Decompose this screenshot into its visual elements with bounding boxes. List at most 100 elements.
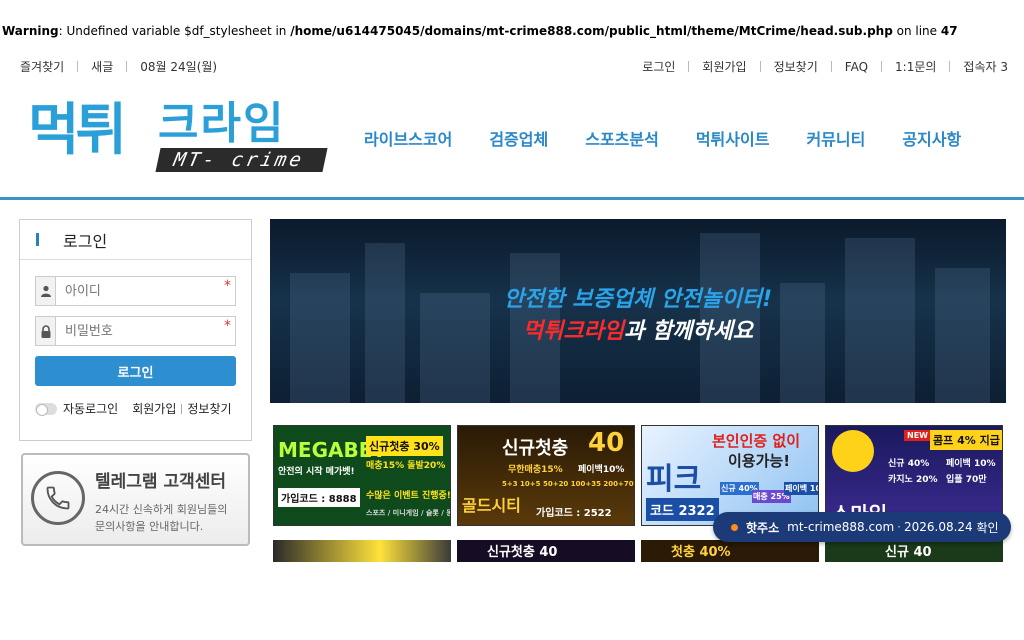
stat-label: 카지노 (888, 475, 913, 485)
banner-stat-2: 카지노 20% (888, 472, 938, 485)
warning-path: /home/u614475045/domains/mt-crime888.com… (290, 24, 893, 38)
auto-login-toggle[interactable] (35, 402, 57, 416)
banner-row2-2[interactable]: 신규첫충 40 (457, 540, 635, 562)
register-link[interactable]: 회원가입 (702, 58, 746, 75)
stat-label: 매충 (753, 492, 768, 501)
banner-title: 본인인증 없이 (712, 432, 801, 450)
php-warning: Warning: Undefined variable $df_styleshe… (2, 24, 958, 38)
login-button[interactable]: 로그인 (35, 356, 236, 386)
stat-label: 신규 (721, 484, 736, 493)
stat-value: 70만 (965, 475, 987, 485)
hot-address-confirm: 확인 (976, 520, 999, 535)
nav-verified[interactable]: 검증업체 (489, 126, 548, 150)
banner-row2-3[interactable]: 첫충 40% (641, 540, 819, 562)
code-value: 8888 (328, 494, 357, 505)
login-options: 자동로그인 회원가입 정보찾기 (35, 400, 232, 417)
hot-address-sep: · (897, 520, 901, 534)
hero-line2: 먹튀크라임과 함께하세요 (270, 313, 1006, 345)
banner-extra: 수많은 이벤트 진행중! (366, 491, 451, 501)
banner-new-tag: NEW (904, 430, 931, 441)
stat-label: 페이백 (946, 459, 971, 469)
banner-name: 피크 (646, 462, 702, 497)
login-link[interactable]: 로그인 (642, 58, 675, 75)
required-mark: * (224, 318, 231, 334)
find-info-link[interactable]: 정보찾기 (774, 58, 818, 75)
warning-message: : Undefined variable $df_stylesheet in (58, 24, 291, 38)
telegram-title: 텔레그램 고객센터 (95, 472, 227, 492)
code-label: 가입코드 : (281, 494, 326, 505)
status-dot-icon (731, 523, 738, 531)
banner-stat-3: 페이백 10% (946, 456, 996, 469)
stat-label: 페이백 (785, 484, 808, 493)
main-nav: 라이브스코어 검증업체 스포츠분석 먹튀사이트 커뮤니티 공지사항 (364, 126, 998, 150)
auto-login-label[interactable]: 자동로그인 (63, 400, 118, 417)
banner-badge: 신규첫충 (502, 438, 569, 459)
stat-value: 40% (907, 459, 930, 469)
banner-odds: 5+3 10+5 50+20 100+35 200+70 (502, 480, 634, 488)
inquiry-link[interactable]: 1:1문의 (895, 58, 936, 75)
banner-smile[interactable]: NEW 콤프 4% 지급 스마일 신규 40% 카지노 20% 페이백 10% … (825, 425, 1003, 526)
banner-sub1: 무한매충15% (508, 465, 563, 475)
nav-scam-sites[interactable]: 먹튀사이트 (696, 126, 770, 150)
banner-stat-1: 신규 40% (888, 456, 929, 469)
banner-row2-1[interactable] (273, 540, 451, 562)
banner-sub2: 페이백10% (578, 465, 625, 475)
banner-goldcity[interactable]: 신규첫충 40 무한매충15% 페이백10% 5+3 10+5 50+20 10… (457, 425, 635, 526)
nav-sports-analysis[interactable]: 스포츠분석 (585, 126, 659, 150)
warning-prefix: Warning (2, 24, 59, 38)
hot-address-pill[interactable]: 핫주소 mt-crime888.com · 2026.08.24 확인 (713, 512, 1011, 542)
find-info-link[interactable]: 정보찾기 (187, 400, 231, 417)
header-divider (0, 197, 1024, 200)
nav-notice[interactable]: 공지사항 (902, 126, 961, 150)
date-label: 08월 24일(월) (140, 60, 218, 74)
hero-line2-rest: 과 함께하세요 (624, 319, 754, 344)
banner-code-box: 가입코드 : 2522 (536, 504, 612, 519)
login-panel: 로그인 * * 로그인 자동로그인 회원가입 정보찾기 (19, 219, 252, 441)
bookmark-link[interactable]: 즐겨찾기 (20, 58, 64, 75)
code-value: 2522 (583, 508, 612, 519)
hero-brand: 먹튀크라임 (522, 319, 625, 344)
banner-name: 골드시티 (462, 496, 521, 515)
password-input[interactable] (56, 317, 235, 345)
id-field: * (35, 276, 236, 306)
title-bar-accent (36, 233, 39, 246)
banner-sub: 이용가능! (728, 452, 791, 470)
required-mark: * (224, 278, 231, 294)
login-title: 로그인 (63, 231, 108, 251)
stat-value: 10% (973, 459, 996, 469)
banner-row2-4[interactable]: 신규 40 (825, 540, 1003, 562)
stat-label: 신규 (888, 459, 905, 469)
visitor-count[interactable]: 접속자 3 (963, 58, 1008, 75)
banner-sub: 안전의 시작 메가벳! (278, 467, 355, 477)
banner-code-box: 코드 2322 (646, 498, 719, 521)
faq-link[interactable]: FAQ (845, 60, 868, 74)
nav-community[interactable]: 커뮤니티 (806, 126, 865, 150)
hot-address-domain: mt-crime888.com (787, 520, 895, 534)
hero-banner[interactable]: 안전한 보증업체 안전놀이터! 먹튀크라임과 함께하세요 (270, 219, 1006, 403)
banner-stat-4: 입플 70만 (946, 472, 987, 485)
banner-code-box: 가입코드 : 8888 (278, 488, 360, 507)
join-link[interactable]: 회원가입 (132, 400, 176, 417)
nav-live-score[interactable]: 라이브스코어 (364, 126, 452, 150)
banner-badge: 콤프 4% 지급 (930, 430, 1002, 450)
top-utility-bar: 즐겨찾기 새글 08월 24일(월) 로그인 회원가입 정보찾기 FAQ 1:1… (0, 58, 1024, 76)
site-logo[interactable]: 먹튀 크라임 MT- crime (28, 100, 328, 176)
banner-badge: 신규첫충 30% (366, 436, 443, 456)
login-header: 로그인 (20, 220, 251, 260)
warning-line: 47 (940, 24, 958, 38)
logo-badge: MT- crime (155, 148, 328, 172)
telegram-desc-line1: 24시간 신속하게 회원님들의 (95, 503, 228, 516)
telegram-support-box[interactable]: 텔레그램 고객센터 24시간 신속하게 회원님들의 문의사항을 안내합니다. (21, 453, 250, 546)
banner-sub2: 매충15% 돌발20% (366, 461, 446, 471)
warning-online: on line (892, 24, 941, 38)
banner-peak[interactable]: 본인인증 없이 이용가능! 피크 코드 2322 신규 40% 매충 25% 페… (641, 425, 819, 526)
banner-stat-3: 페이백 10% (784, 482, 818, 495)
banner-megabet[interactable]: MEGABET 안전의 시작 메가벳! 신규첫충 30% 매충15% 돌발20%… (273, 425, 451, 526)
code-label: 코드 (650, 504, 674, 519)
banner-extra2: 스포츠 / 미니게임 / 슬롯 / 동합카지노 (366, 509, 450, 517)
new-posts-link[interactable]: 새글 (91, 58, 113, 75)
hot-address-date: 2026.08.24 (903, 520, 973, 534)
password-field: * (35, 316, 236, 346)
logo-text-main: 먹튀 (28, 98, 127, 163)
id-input[interactable] (56, 277, 235, 305)
